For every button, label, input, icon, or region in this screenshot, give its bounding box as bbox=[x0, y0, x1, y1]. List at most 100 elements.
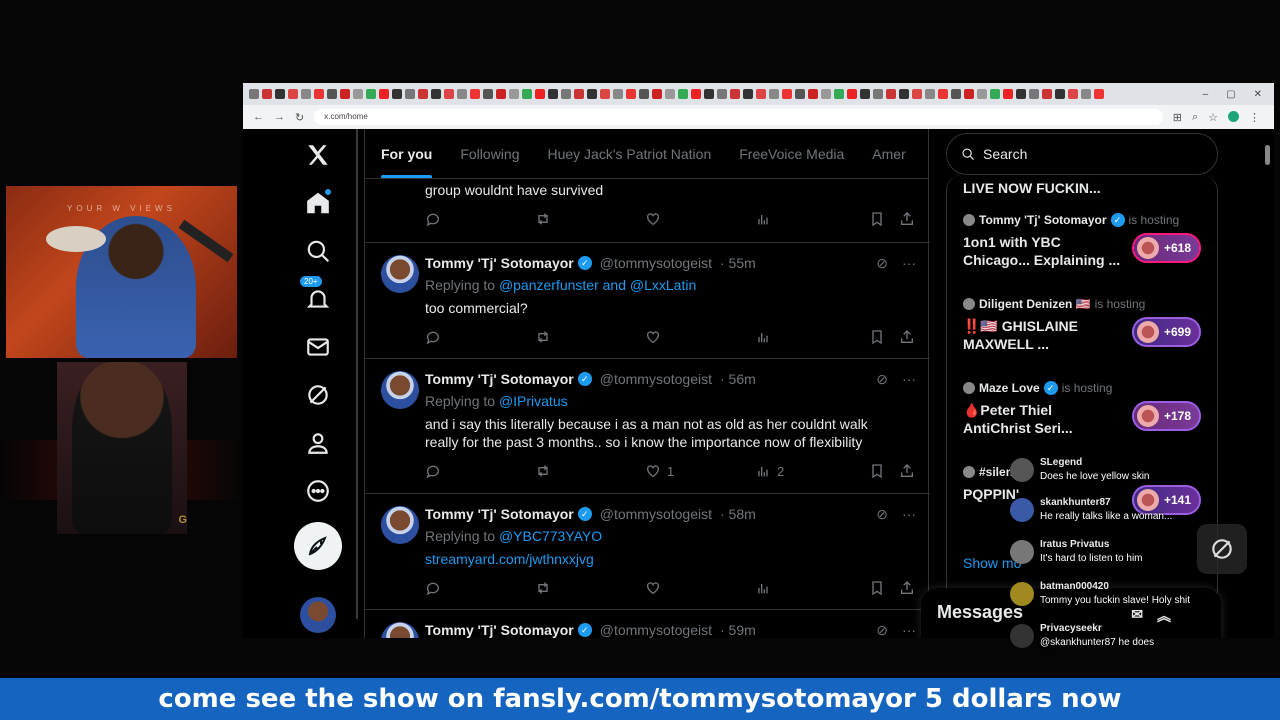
browser-tab[interactable] bbox=[756, 89, 766, 99]
browser-tab[interactable] bbox=[314, 89, 324, 99]
reply-mentions[interactable]: @panzerfunster and @LxxLatin bbox=[499, 277, 696, 293]
more-icon[interactable] bbox=[293, 471, 343, 511]
post[interactable]: Tommy 'Tj' Sotomayor ✓ @tommysotogeist ·… bbox=[365, 610, 930, 638]
browser-tab[interactable] bbox=[327, 89, 337, 99]
browser-tab[interactable] bbox=[639, 89, 649, 99]
notifications-icon[interactable]: 20+ bbox=[293, 276, 343, 319]
post-avatar[interactable] bbox=[381, 622, 419, 638]
author-name[interactable]: Tommy 'Tj' Sotomayor bbox=[425, 371, 574, 387]
space-item[interactable]: Maze Love ✓ is hosting 🩸Peter Thiel AntiCh… bbox=[963, 381, 1213, 437]
like-icon[interactable] bbox=[645, 580, 755, 596]
minimize-icon[interactable]: – bbox=[1203, 89, 1209, 100]
author-name[interactable]: Tommy 'Tj' Sotomayor bbox=[425, 506, 574, 522]
browser-tab[interactable] bbox=[678, 89, 688, 99]
browser-tab[interactable] bbox=[496, 89, 506, 99]
listener-count[interactable]: +699 bbox=[1131, 317, 1201, 347]
author-handle[interactable]: @tommysotogeist bbox=[600, 255, 712, 271]
search-input[interactable]: Search bbox=[946, 133, 1218, 175]
author-handle[interactable]: @tommysotogeist bbox=[600, 371, 712, 387]
more-options-icon[interactable]: ··· bbox=[902, 371, 916, 388]
browser-tab[interactable] bbox=[652, 89, 662, 99]
views-icon[interactable] bbox=[755, 211, 865, 227]
browser-tab[interactable] bbox=[1055, 89, 1065, 99]
browser-tab[interactable] bbox=[1003, 89, 1013, 99]
browser-tab[interactable] bbox=[249, 89, 259, 99]
account-avatar[interactable] bbox=[300, 597, 336, 633]
browser-tab[interactable] bbox=[808, 89, 818, 99]
browser-tab[interactable] bbox=[613, 89, 623, 99]
browser-tab[interactable] bbox=[1016, 89, 1026, 99]
post[interactable]: Tommy 'Tj' Sotomayor ✓ @tommysotogeist ·… bbox=[365, 359, 930, 494]
author-name[interactable]: Tommy 'Tj' Sotomayor bbox=[425, 255, 574, 271]
maximize-icon[interactable]: ▢ bbox=[1226, 89, 1235, 100]
browser-tab[interactable] bbox=[405, 89, 415, 99]
space-item-fragment[interactable]: LIVE NOW FUCKIN... bbox=[963, 175, 1213, 197]
browser-tab[interactable] bbox=[600, 89, 610, 99]
profile-nav-icon[interactable] bbox=[293, 423, 343, 463]
browser-tab[interactable] bbox=[730, 89, 740, 99]
browser-tab[interactable] bbox=[392, 89, 402, 99]
post-avatar[interactable] bbox=[381, 255, 419, 293]
browser-tab[interactable] bbox=[821, 89, 831, 99]
browser-tab[interactable] bbox=[704, 89, 714, 99]
reply-mentions[interactable]: @IPrivatus bbox=[499, 393, 568, 409]
browser-tab[interactable] bbox=[509, 89, 519, 99]
repost-icon[interactable] bbox=[535, 463, 645, 479]
extensions-icon[interactable]: ⊞ bbox=[1173, 111, 1182, 124]
browser-tab[interactable] bbox=[275, 89, 285, 99]
browser-tab[interactable] bbox=[626, 89, 636, 99]
browser-tab[interactable] bbox=[1029, 89, 1039, 99]
browser-tab[interactable] bbox=[691, 89, 701, 99]
listener-count[interactable]: +178 bbox=[1131, 401, 1201, 431]
tab-huey-jacks-patriot-nation[interactable]: Huey Jack's Patriot Nation bbox=[547, 129, 711, 178]
author-handle[interactable]: @tommysotogeist bbox=[600, 506, 712, 522]
grok-explain-icon[interactable]: ⊘ bbox=[876, 255, 888, 272]
browser-tab[interactable] bbox=[951, 89, 961, 99]
browser-tab[interactable] bbox=[977, 89, 987, 99]
share-icon[interactable] bbox=[899, 211, 915, 227]
more-options-icon[interactable]: ··· bbox=[902, 622, 916, 638]
forward-icon[interactable]: → bbox=[274, 111, 285, 123]
share-icon[interactable] bbox=[899, 463, 915, 479]
reply-icon[interactable] bbox=[425, 580, 535, 596]
browser-tab[interactable] bbox=[522, 89, 532, 99]
browser-tab[interactable] bbox=[782, 89, 792, 99]
tab-for-you[interactable]: For you bbox=[381, 129, 433, 178]
x-logo-icon[interactable] bbox=[293, 135, 343, 175]
more-options-icon[interactable]: ··· bbox=[902, 255, 916, 272]
post-time[interactable]: · 55m bbox=[720, 255, 756, 271]
compose-post-button[interactable] bbox=[294, 522, 342, 570]
browser-tab[interactable] bbox=[587, 89, 597, 99]
browser-tab[interactable] bbox=[470, 89, 480, 99]
browser-tab[interactable] bbox=[431, 89, 441, 99]
browser-tab[interactable] bbox=[548, 89, 558, 99]
browser-tab[interactable] bbox=[717, 89, 727, 99]
tab-amer[interactable]: Amer bbox=[872, 129, 905, 178]
like-icon[interactable] bbox=[645, 329, 755, 345]
close-window-icon[interactable]: ✕ bbox=[1254, 89, 1262, 100]
browser-tab[interactable] bbox=[301, 89, 311, 99]
search-icon[interactable] bbox=[293, 231, 343, 271]
bookmark-icon[interactable] bbox=[869, 463, 885, 479]
browser-tab[interactable] bbox=[574, 89, 584, 99]
browser-tab[interactable] bbox=[795, 89, 805, 99]
browser-tab[interactable] bbox=[535, 89, 545, 99]
reply-icon[interactable] bbox=[425, 329, 535, 345]
browser-tab[interactable] bbox=[444, 89, 454, 99]
repost-icon[interactable] bbox=[535, 211, 645, 227]
views-button[interactable]: 2 bbox=[755, 463, 865, 479]
author-handle[interactable]: @tommysotogeist bbox=[600, 622, 712, 638]
browser-tab[interactable] bbox=[1042, 89, 1052, 99]
browser-tab[interactable] bbox=[288, 89, 298, 99]
grok-explain-icon[interactable]: ⊘ bbox=[876, 371, 888, 388]
browser-tab[interactable] bbox=[769, 89, 779, 99]
browser-tab[interactable] bbox=[834, 89, 844, 99]
share-icon[interactable] bbox=[899, 580, 915, 596]
browser-tab[interactable] bbox=[860, 89, 870, 99]
bookmark-icon[interactable] bbox=[869, 329, 885, 345]
post-time[interactable]: · 58m bbox=[720, 506, 756, 522]
post-avatar[interactable] bbox=[381, 371, 419, 409]
browser-tab[interactable] bbox=[340, 89, 350, 99]
browser-tab[interactable] bbox=[873, 89, 883, 99]
space-item[interactable]: Tommy 'Tj' Sotomayor ✓ is hosting 1on1 wit… bbox=[963, 213, 1213, 269]
